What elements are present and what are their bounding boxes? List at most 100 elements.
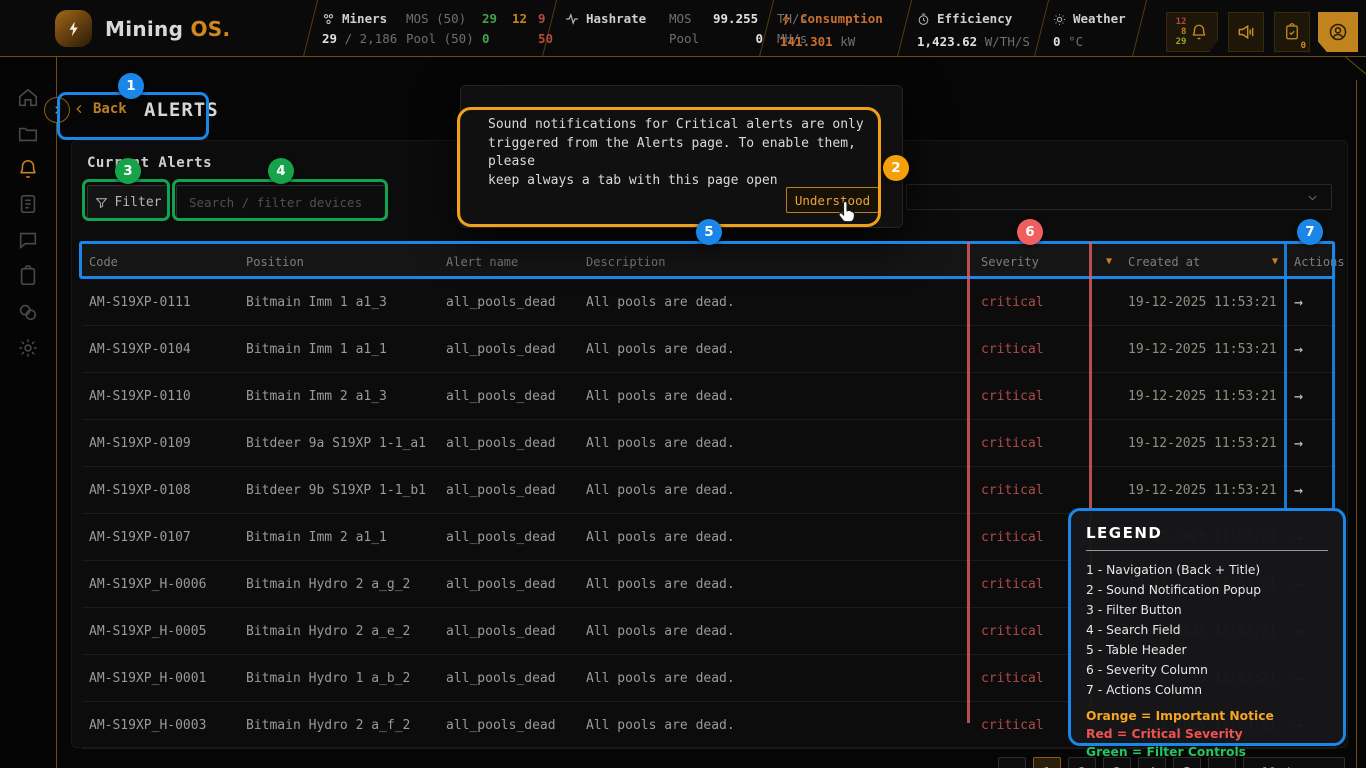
- bell-icon: [1190, 23, 1208, 41]
- weather-icon: Weather: [1053, 9, 1126, 29]
- filter-button[interactable]: Filter: [87, 185, 169, 219]
- col-code[interactable]: Code: [89, 255, 246, 269]
- top-bar: Mining OS. Miners MOS (50) 29 12 9 29 / …: [0, 0, 1366, 57]
- app-logo[interactable]: Mining OS.: [55, 10, 230, 47]
- sidebar-item-home[interactable]: [17, 87, 39, 109]
- annotation-badge-6: 6: [1017, 219, 1043, 245]
- row-position: Bitmain Hydro 2 a_e_2: [246, 624, 446, 639]
- legend-item: 1 - Navigation (Back + Title): [1086, 560, 1328, 580]
- account-button[interactable]: [1318, 12, 1358, 52]
- row-created-at: 19-12-2025 11:53:21: [1128, 483, 1294, 498]
- consumption-icon: Consumption: [780, 9, 883, 29]
- frame-line: [1345, 56, 1366, 76]
- consumption-stat: Consumption 141.301 kW: [780, 9, 883, 52]
- tasks-badge: 0: [1301, 41, 1306, 51]
- tasks-button[interactable]: 0: [1274, 12, 1310, 52]
- page-title: ALERTS: [144, 99, 219, 121]
- annotation-badge-2: 2: [883, 155, 909, 181]
- clipboard-check-icon: [1283, 23, 1301, 41]
- table-row[interactable]: AM-S19XP-0104Bitmain Imm 1 a1_1all_pools…: [82, 326, 1336, 373]
- sidebar: [0, 57, 57, 768]
- col-description[interactable]: Description: [586, 255, 981, 269]
- notifications-button[interactable]: 12 8 29: [1166, 12, 1218, 52]
- row-position: Bitmain Hydro 2 a_g_2: [246, 577, 446, 592]
- row-action-arrow[interactable]: →: [1294, 481, 1336, 499]
- row-code: AM-S19XP-0111: [89, 295, 246, 310]
- row-description: All pools are dead.: [586, 718, 981, 733]
- row-action-arrow[interactable]: →: [1294, 434, 1336, 452]
- row-code: AM-S19XP-0110: [89, 389, 246, 404]
- table-row[interactable]: AM-S19XP-0109Bitdeer 9a S19XP 1-1_a1all_…: [82, 420, 1336, 467]
- search-input[interactable]: [176, 185, 388, 219]
- table-header: Code Position Alert name Description Sev…: [82, 244, 1336, 279]
- col-severity[interactable]: Severity ▼: [981, 255, 1128, 269]
- sidebar-item-files[interactable]: [17, 123, 39, 145]
- row-action-arrow[interactable]: →: [1294, 387, 1336, 405]
- sidebar-expand-button[interactable]: [44, 97, 70, 123]
- col-alert-name[interactable]: Alert name: [446, 255, 586, 269]
- sidebar-item-messages[interactable]: [17, 229, 39, 251]
- annotation-badge-1: 1: [118, 73, 144, 99]
- sidebar-item-tasks[interactable]: [17, 265, 39, 287]
- pagination-page-button[interactable]: 1: [1033, 757, 1061, 768]
- columns-select[interactable]: [906, 184, 1332, 210]
- hashrate-icon: Hashrate: [565, 9, 669, 29]
- mining-os-app: Mining OS. Miners MOS (50) 29 12 9 29 / …: [0, 0, 1366, 768]
- row-action-arrow[interactable]: →: [1294, 293, 1336, 311]
- row-severity: critical: [981, 483, 1128, 498]
- sort-desc-icon[interactable]: ▼: [1272, 256, 1278, 267]
- panel-heading: Current Alerts: [87, 155, 212, 171]
- row-code: AM-S19XP_H-0001: [89, 671, 246, 686]
- back-button[interactable]: Back: [74, 101, 127, 117]
- pagination-prev-button[interactable]: <: [998, 757, 1026, 768]
- sidebar-item-reports[interactable]: [17, 193, 39, 215]
- sort-desc-icon[interactable]: ▼: [1106, 256, 1112, 267]
- legend-item: 4 - Search Field: [1086, 620, 1328, 640]
- col-created-at[interactable]: Created at ▼: [1128, 255, 1294, 269]
- row-description: All pools are dead.: [586, 577, 981, 592]
- sound-toggle-button[interactable]: [1228, 12, 1264, 52]
- sidebar-item-tokens[interactable]: [17, 301, 39, 323]
- back-label: Back: [93, 101, 127, 117]
- table-row[interactable]: AM-S19XP-0108Bitdeer 9b S19XP 1-1_b1all_…: [82, 467, 1336, 514]
- row-position: Bitmain Imm 1 a1_1: [246, 342, 446, 357]
- popup-message: Sound notifications for Critical alerts …: [488, 116, 888, 190]
- table-row[interactable]: AM-S19XP-0111Bitmain Imm 1 a1_3all_pools…: [82, 279, 1336, 326]
- row-alert-name: all_pools_dead: [446, 530, 586, 545]
- row-description: All pools are dead.: [586, 530, 981, 545]
- row-position: Bitmain Hydro 2 a_f_2: [246, 718, 446, 733]
- sidebar-item-settings[interactable]: [17, 337, 39, 359]
- row-position: Bitmain Imm 2 a1_1: [246, 530, 446, 545]
- topbar-divider: [303, 0, 318, 57]
- topbar-divider: [1132, 0, 1147, 57]
- annotation-badge-3: 3: [115, 158, 141, 184]
- row-description: All pools are dead.: [586, 342, 981, 357]
- col-position[interactable]: Position: [246, 255, 446, 269]
- row-description: All pools are dead.: [586, 295, 981, 310]
- row-alert-name: all_pools_dead: [446, 436, 586, 451]
- row-code: AM-S19XP_H-0003: [89, 718, 246, 733]
- row-alert-name: all_pools_dead: [446, 389, 586, 404]
- app-title: Mining OS.: [105, 17, 230, 41]
- row-created-at: 19-12-2025 11:53:21: [1128, 295, 1294, 310]
- row-position: Bitmain Imm 1 a1_3: [246, 295, 446, 310]
- annotation-legend: LEGEND 1 - Navigation (Back + Title)2 - …: [1068, 508, 1346, 746]
- miners-stat: Miners MOS (50) 29 12 9 29 / 2,186 Pool …: [322, 9, 558, 49]
- logo-bolt-icon: [55, 10, 92, 47]
- row-description: All pools are dead.: [586, 671, 981, 686]
- row-severity: critical: [981, 342, 1128, 357]
- row-position: Bitdeer 9a S19XP 1-1_a1: [246, 436, 446, 451]
- row-alert-name: all_pools_dead: [446, 624, 586, 639]
- frame-line: [1356, 80, 1357, 768]
- annotation-badge-5: 5: [696, 219, 722, 245]
- understood-button[interactable]: Understood: [786, 187, 879, 213]
- row-position: Bitmain Imm 2 a1_3: [246, 389, 446, 404]
- legend-items: 1 - Navigation (Back + Title)2 - Sound N…: [1086, 560, 1328, 700]
- row-action-arrow[interactable]: →: [1294, 340, 1336, 358]
- col-actions: Actions: [1294, 255, 1345, 269]
- table-row[interactable]: AM-S19XP-0110Bitmain Imm 2 a1_3all_pools…: [82, 373, 1336, 420]
- topbar-divider: [897, 0, 912, 57]
- row-description: All pools are dead.: [586, 389, 981, 404]
- row-alert-name: all_pools_dead: [446, 718, 586, 733]
- sidebar-item-alerts[interactable]: [17, 158, 39, 180]
